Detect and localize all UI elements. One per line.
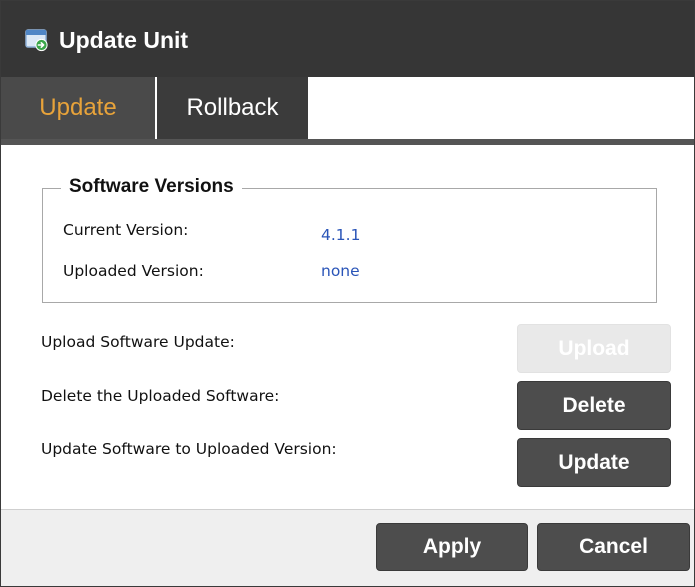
tab-update[interactable]: Update xyxy=(1,77,155,139)
tab-bar: Update Rollback xyxy=(1,77,694,143)
delete-button[interactable]: Delete xyxy=(517,381,671,430)
tab-divider xyxy=(1,139,694,145)
dialog-title: Update Unit xyxy=(59,27,189,53)
cancel-button[interactable]: Cancel xyxy=(537,523,690,571)
uploaded-version-value: none xyxy=(321,262,360,280)
update-unit-icon xyxy=(25,29,48,52)
update-unit-dialog: Update Unit Update Rollback Software Ver… xyxy=(0,0,695,587)
title-bar[interactable]: Update Unit xyxy=(1,1,694,77)
upload-software-label: Upload Software Update: xyxy=(41,333,235,351)
current-version-label: Current Version: xyxy=(63,221,189,239)
software-versions-legend: Software Versions xyxy=(61,173,242,201)
current-version-value: 4.1.1 xyxy=(321,226,361,244)
update-button[interactable]: Update xyxy=(517,438,671,487)
update-software-label: Update Software to Uploaded Version: xyxy=(41,440,337,458)
tab-rollback[interactable]: Rollback xyxy=(157,77,308,139)
apply-button[interactable]: Apply xyxy=(376,523,528,571)
uploaded-version-label: Uploaded Version: xyxy=(63,262,204,280)
upload-button[interactable]: Upload xyxy=(517,324,671,373)
delete-software-label: Delete the Uploaded Software: xyxy=(41,387,280,405)
